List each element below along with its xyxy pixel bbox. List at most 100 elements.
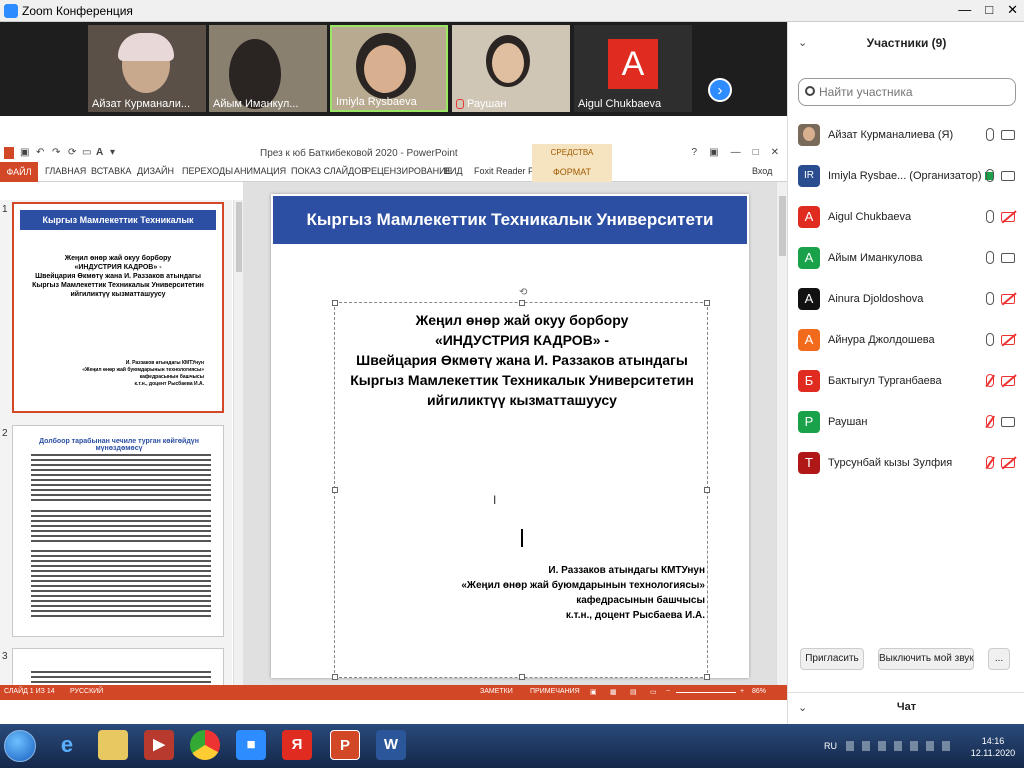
repeat-icon[interactable]: ⟳ (68, 147, 76, 158)
ppt-close-button[interactable]: ✕ (771, 147, 779, 158)
resize-handle[interactable] (704, 300, 710, 306)
mic-icon[interactable] (986, 292, 994, 305)
mic-muted-icon[interactable] (986, 374, 994, 387)
mic-icon[interactable] (986, 210, 994, 223)
search-input[interactable] (819, 83, 1009, 101)
camera-off-icon[interactable] (1001, 376, 1015, 386)
redo-icon[interactable]: ↷ (52, 147, 60, 158)
clock[interactable]: 14:16 12.11.2020 (968, 735, 1018, 759)
camera-off-icon[interactable] (1001, 458, 1015, 468)
zoom-slider[interactable] (676, 692, 736, 693)
keyboard-language[interactable]: RU (824, 741, 837, 751)
invite-button[interactable]: Пригласить (800, 648, 864, 670)
camera-off-icon[interactable] (1001, 335, 1015, 345)
close-button[interactable]: ✕ (1007, 2, 1018, 18)
word-icon[interactable]: W (376, 730, 406, 760)
tab-design[interactable]: ДИЗАЙН (137, 166, 174, 176)
yandex-icon[interactable]: Я (282, 730, 312, 760)
comments-button[interactable]: ПРИМЕЧАНИЯ (530, 688, 580, 695)
video-tile[interactable]: Раушан (452, 25, 570, 112)
help-icon[interactable]: ? (692, 147, 698, 158)
resize-handle[interactable] (519, 300, 525, 306)
resize-handle[interactable] (332, 674, 338, 680)
internet-explorer-icon[interactable]: e (52, 730, 82, 760)
tab-animation[interactable]: АНИМАЦИЯ (234, 166, 286, 176)
tab-insert[interactable]: ВСТАВКА (91, 166, 131, 176)
participant-row[interactable]: Б Бактыгул Турганбаева (788, 362, 1024, 403)
powerpoint-taskbar-icon[interactable]: P (330, 730, 360, 760)
chat-section[interactable]: ⌄ Чат (788, 692, 1024, 724)
resize-handle[interactable] (704, 674, 710, 680)
participant-row[interactable]: Айзат Курманалиева (Я) (788, 116, 1024, 157)
scroll-thumb[interactable] (236, 202, 242, 272)
video-tile-active-speaker[interactable]: Imiyla Rysbaeva (330, 25, 448, 112)
tray-icons[interactable] (846, 741, 958, 751)
tab-review[interactable]: РЕЦЕНЗИРОВАНИЕ (365, 166, 452, 176)
camera-icon[interactable] (1001, 417, 1015, 427)
video-tile[interactable]: Айым Иманкул... (209, 25, 327, 112)
tab-format[interactable]: ФОРМАТ (532, 162, 612, 182)
mute-me-button[interactable]: Выключить мой звук (878, 648, 974, 670)
minimize-button[interactable]: — (958, 2, 971, 18)
slide-thumbnail-1[interactable]: Кыргыз Мамлекеттик Техникалык Университе… (12, 202, 224, 413)
tab-slideshow[interactable]: ПОКАЗ СЛАЙДОВ (291, 166, 367, 176)
sorter-view-icon[interactable]: ▦ (610, 688, 617, 696)
ppt-minimize-button[interactable]: — (731, 147, 741, 158)
participant-row[interactable]: Т Турсунбай кызы Зулфия (788, 444, 1024, 485)
zoom-in-icon[interactable]: + (740, 688, 744, 695)
customize-qat-icon[interactable]: ▾ (110, 147, 115, 158)
slideshow-view-icon[interactable]: ▭ (650, 688, 657, 696)
participant-search[interactable] (798, 78, 1016, 106)
slide-signature-text[interactable]: И. Раззаков атындагы КМТУнун «Жеңил өнөр… (365, 563, 705, 623)
camera-icon[interactable] (1001, 130, 1015, 140)
reading-view-icon[interactable]: ▤ (630, 688, 637, 696)
editor-scrollbar[interactable] (776, 182, 787, 700)
participant-row[interactable]: A Ainura Djoldoshova (788, 280, 1024, 321)
start-button[interactable] (4, 730, 36, 762)
tab-file[interactable]: ФАЙЛ (0, 162, 38, 182)
zoom-out-icon[interactable]: − (666, 688, 670, 695)
mic-muted-icon[interactable] (986, 415, 994, 428)
participant-row[interactable]: Р Раушан (788, 403, 1024, 444)
chrome-icon[interactable] (190, 730, 220, 760)
thumbnails-scrollbar[interactable] (233, 200, 243, 700)
undo-icon[interactable]: ↶ (36, 147, 44, 158)
language-indicator[interactable]: РУССКИЙ (70, 688, 103, 695)
media-player-icon[interactable]: ▶ (144, 730, 174, 760)
slide-banner[interactable]: Кыргыз Мамлекеттик Техникалык Университе… (273, 196, 747, 244)
rotate-handle-icon[interactable]: ⟲ (519, 287, 527, 298)
camera-off-icon[interactable] (1001, 212, 1015, 222)
resize-handle[interactable] (704, 487, 710, 493)
current-slide[interactable]: Кыргыз Мамлекеттик Техникалык Университе… (271, 194, 749, 680)
resize-handle[interactable] (332, 487, 338, 493)
notes-button[interactable]: ЗАМЕТКИ (480, 688, 513, 695)
next-videos-button[interactable]: › (708, 78, 732, 102)
selected-textbox[interactable]: ⟲ Жеңил өнөр жай окуу борбору «ИНДУСТРИЯ… (332, 287, 710, 680)
tab-view[interactable]: ВИД (444, 166, 463, 176)
participant-row[interactable]: A Айнура Джолдошева (788, 321, 1024, 362)
slide-thumbnail-2[interactable]: Долбоор тарабынан чечиле турган көйгөйдү… (12, 425, 224, 637)
resize-handle[interactable] (332, 300, 338, 306)
slideshow-icon[interactable]: ▭ (82, 147, 91, 158)
camera-icon[interactable] (1001, 253, 1015, 263)
ppt-maximize-button[interactable]: □ (753, 147, 759, 158)
mic-icon[interactable] (986, 251, 994, 264)
mic-icon[interactable] (986, 169, 994, 182)
video-tile[interactable]: Айзат Курманали... (88, 25, 206, 112)
save-icon[interactable]: ▣ (20, 147, 29, 158)
tab-transitions[interactable]: ПЕРЕХОДЫ (182, 166, 233, 176)
resize-handle[interactable] (519, 674, 525, 680)
participant-row[interactable]: A Aigul Chukbaeva (788, 198, 1024, 239)
participant-row[interactable]: IR Imiyla Rysbae... (Организатор) (788, 157, 1024, 198)
participant-row[interactable]: A Айым Иманкулова (788, 239, 1024, 280)
mic-icon[interactable] (986, 128, 994, 141)
video-tile[interactable]: A Aigul Chukbaeva (574, 25, 692, 112)
zoom-taskbar-icon[interactable]: ■ (236, 730, 266, 760)
more-button[interactable]: ... (988, 648, 1010, 670)
font-color-icon[interactable]: A (96, 147, 103, 158)
mic-icon[interactable] (986, 333, 994, 346)
mic-muted-icon[interactable] (986, 456, 994, 469)
scroll-thumb[interactable] (779, 196, 786, 256)
tab-home[interactable]: ГЛАВНАЯ (45, 166, 86, 176)
sign-in-link[interactable]: Вход (752, 166, 772, 176)
